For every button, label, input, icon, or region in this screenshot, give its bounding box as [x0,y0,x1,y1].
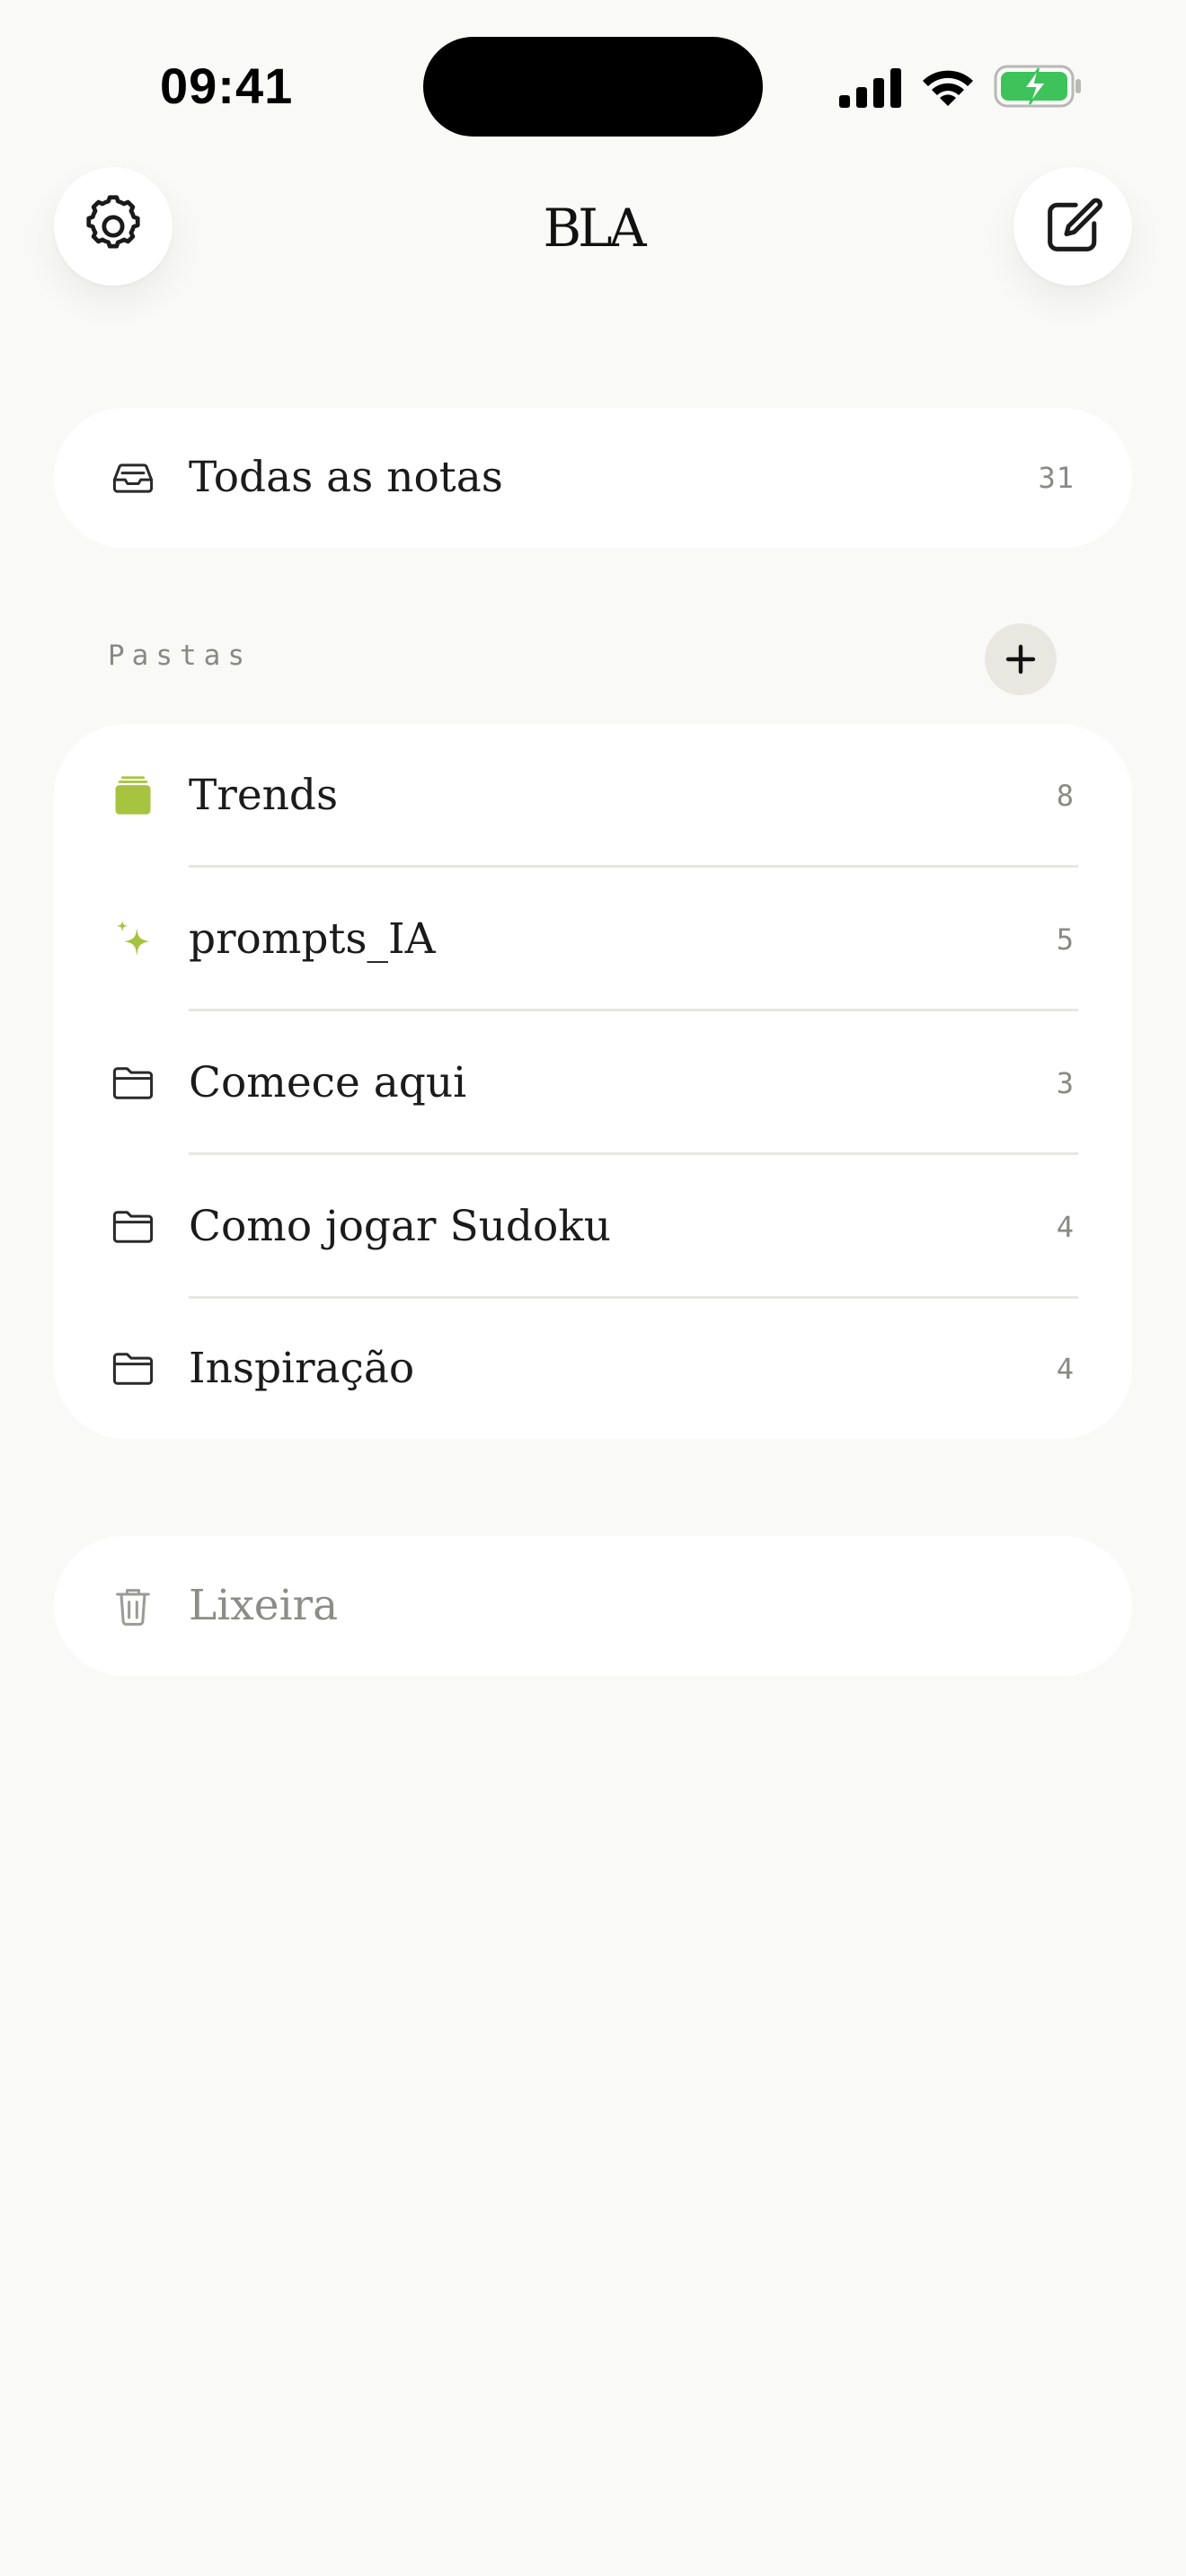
folder-item-prompts-ia[interactable]: prompts_IA 5 [54,868,1132,1011]
folder-icon [112,1067,154,1099]
inbox-icon [112,463,154,493]
gear-icon [86,195,140,249]
all-notes-count: 31 [1038,461,1075,495]
sparkle-icon [116,920,150,957]
folder-icon [112,1211,154,1243]
all-notes-card: Todas as notas 31 [54,408,1132,548]
folder-item-label: Comece aqui [189,1058,467,1107]
folders-list: Trends 8 prompts_IA 5 Comece aqui 3 Como… [54,724,1132,1439]
wifi-icon [923,70,973,106]
folders-section-title: Pastas [108,640,252,672]
cellular-signal-icon [839,68,901,108]
dynamic-island [423,37,763,137]
app-logo: BLA [543,198,646,259]
folder-item-label: Trends [189,771,339,820]
folder-item-como-jogar-sudoku[interactable]: Como jogar Sudoku 4 [54,1155,1132,1299]
compose-icon [1048,198,1102,251]
trash-card: Lixeira [54,1536,1132,1676]
plus-icon [1005,644,1036,675]
stack-icon [115,776,151,815]
add-folder-button[interactable] [985,623,1057,695]
folder-item-trends[interactable]: Trends 8 [54,724,1132,868]
trash-item[interactable]: Lixeira [54,1536,1132,1676]
folder-item-label: Como jogar Sudoku [189,1202,612,1251]
folder-item-comece-aqui[interactable]: Comece aqui 3 [54,1011,1132,1155]
battery-charging-icon [994,65,1081,108]
folder-item-inspiracao[interactable]: Inspiração 4 [54,1299,1132,1439]
compose-button[interactable] [1013,167,1132,286]
folder-item-label: prompts_IA [189,914,436,964]
folder-icon [112,1353,154,1385]
all-notes-label: Todas as notas [189,453,503,502]
settings-button[interactable] [54,167,173,286]
folder-item-count: 4 [1056,1352,1075,1386]
status-icons [839,63,1082,110]
folder-item-label: Inspiração [189,1344,415,1393]
all-notes-item[interactable]: Todas as notas 31 [54,408,1132,548]
trash-icon [116,1589,150,1626]
folder-item-count: 3 [1056,1066,1075,1100]
status-time: 09:41 [160,57,294,114]
folder-item-count: 8 [1056,779,1075,813]
trash-label: Lixeira [189,1581,339,1630]
folder-item-count: 5 [1056,922,1075,957]
folder-item-count: 4 [1056,1210,1075,1244]
